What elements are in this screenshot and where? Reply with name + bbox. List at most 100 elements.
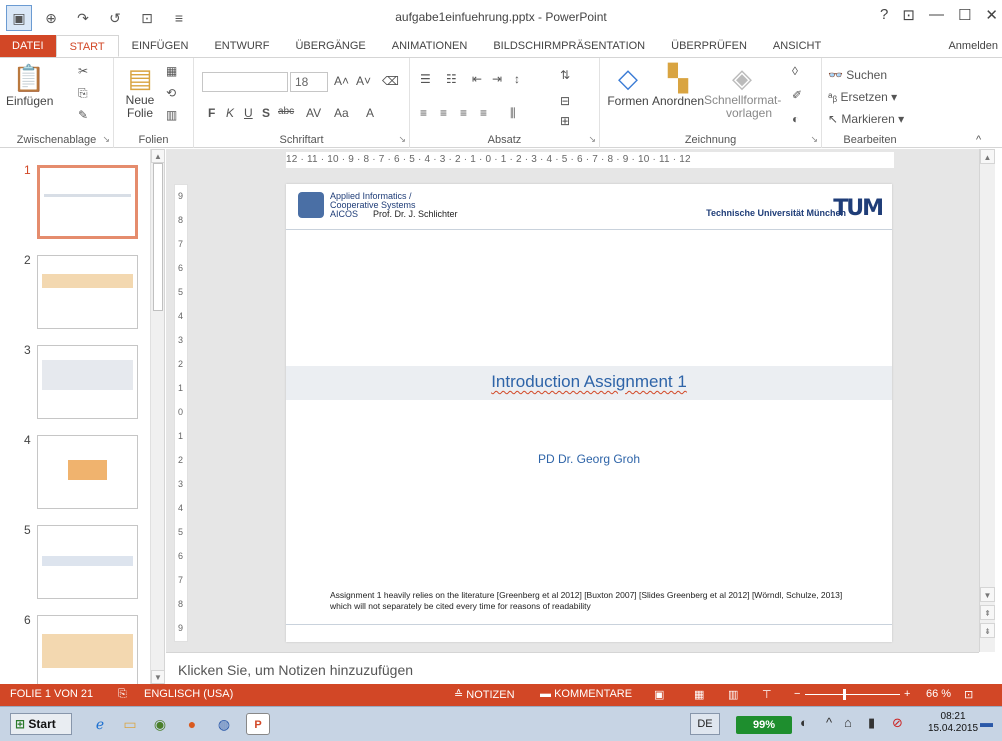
scroll-thumb[interactable] [153, 163, 163, 311]
underline-button[interactable]: U [244, 106, 253, 120]
font-size-combo[interactable]: 18 [290, 72, 328, 92]
paste-button[interactable]: 📋 Einfügen [6, 62, 53, 108]
collapse-ribbon-icon[interactable]: ^ [976, 134, 981, 146]
language-button[interactable]: DE [690, 713, 720, 735]
tab-start[interactable]: START [55, 35, 119, 57]
scroll-up-icon[interactable]: ▲ [151, 149, 164, 163]
slide-footer-text[interactable]: Assignment 1 heavily relies on the liter… [330, 590, 850, 612]
spellcheck-icon[interactable]: ⎘ [118, 688, 127, 701]
next-slide-icon[interactable]: ⇟ [980, 623, 995, 638]
normal-view-icon[interactable]: ▣ [654, 688, 664, 701]
show-desktop-icon[interactable]: ▬ [980, 715, 993, 730]
char-spacing-icon[interactable]: AV [306, 106, 321, 120]
tab-file[interactable]: DATEI [0, 35, 56, 57]
tab-slideshow[interactable]: BILDSCHIRMPRÄSENTATION [480, 35, 658, 57]
fit-slide-icon[interactable]: ⊡ [964, 688, 973, 701]
cut-icon[interactable]: ✂ [78, 64, 88, 78]
grow-font-icon[interactable]: A˄ [334, 74, 349, 88]
smartart-icon[interactable]: ⊞ [560, 114, 570, 128]
ribbon-display-icon[interactable]: ⊡ [902, 6, 915, 24]
slide-thumbnail[interactable] [37, 165, 138, 239]
maximize-icon[interactable]: ☐ [958, 6, 971, 24]
select-button[interactable]: ↖ Markieren ▾ [828, 112, 904, 126]
app-icon[interactable]: ◍ [212, 713, 236, 735]
tab-review[interactable]: ÜBERPRÜFEN [658, 35, 760, 57]
slide-sorter-icon[interactable]: ▦ [694, 688, 704, 701]
battery-indicator[interactable]: 99% [736, 716, 792, 734]
replace-button[interactable]: ᵃᵦ Ersetzen ▾ [828, 90, 897, 104]
signin-link[interactable]: Anmelden [935, 35, 1002, 57]
tray-expand-icon[interactable]: ^ [826, 715, 832, 730]
thumbnail-scrollbar[interactable]: ▲ ▼ [150, 149, 164, 684]
paragraph-launcher-icon[interactable]: ↘ [588, 134, 596, 145]
slide-thumbnail[interactable] [37, 615, 138, 684]
section-icon[interactable]: ▥ [166, 108, 177, 122]
explorer-icon[interactable]: ▭ [118, 713, 142, 735]
slide-thumbnail[interactable] [37, 255, 138, 329]
tab-design[interactable]: ENTWURF [201, 35, 282, 57]
text-direction-icon[interactable]: ⇅ [560, 68, 570, 82]
comments-button[interactable]: ▬ KOMMENTARE [540, 688, 632, 700]
bullets-icon[interactable]: ☰ [420, 72, 431, 86]
align-left-icon[interactable]: ≡ [420, 106, 427, 120]
shapes-button[interactable]: ◇ Formen [604, 62, 652, 108]
drawing-launcher-icon[interactable]: ↘ [810, 134, 818, 145]
bold-button[interactable]: F [208, 106, 215, 120]
shadow-button[interactable]: S [262, 106, 270, 120]
slide-thumbnail[interactable] [37, 525, 138, 599]
firefox-icon[interactable]: ● [180, 713, 204, 735]
zoom-level[interactable]: 66 % [926, 688, 951, 700]
tab-insert[interactable]: EINFÜGEN [119, 35, 202, 57]
justify-icon[interactable]: ≡ [480, 106, 487, 120]
slide-title[interactable]: Introduction Assignment 1 [286, 372, 892, 392]
slideshow-icon[interactable]: ⊤ [762, 688, 772, 701]
volume-muted-icon[interactable]: ⊘ [892, 715, 903, 731]
notes-button[interactable]: ≙ NOTIZEN [454, 688, 515, 701]
close-icon[interactable]: ✕ [985, 6, 998, 24]
reading-view-icon[interactable]: ▥ [728, 688, 738, 701]
decrease-indent-icon[interactable]: ⇤ [472, 72, 482, 86]
slide-author[interactable]: PD Dr. Georg Groh [286, 452, 892, 466]
reset-icon[interactable]: ⟲ [166, 86, 176, 100]
slide-thumbnail[interactable] [37, 345, 138, 419]
zoom-out-icon[interactable]: − [794, 688, 800, 700]
shape-effects-icon[interactable]: ◐ [792, 112, 799, 126]
scroll-up-icon[interactable]: ▲ [980, 149, 995, 164]
zoom-slider-thumb[interactable] [843, 689, 846, 700]
minimize-icon[interactable]: — [929, 6, 944, 24]
font-color-icon[interactable]: A [366, 106, 374, 120]
start-button[interactable]: ⊞ Start [10, 713, 72, 735]
clock[interactable]: 08:21 15.04.2015 [928, 711, 978, 735]
slide-thumbnail[interactable] [37, 435, 138, 509]
editor-scrollbar[interactable]: ▲ ▼ ⇞ ⇟ [979, 149, 995, 652]
notes-pane[interactable]: Klicken Sie, um Notizen hinzuzufügen [166, 652, 979, 684]
scroll-down-icon[interactable]: ▼ [980, 587, 995, 602]
clear-format-icon[interactable]: ⌫ [382, 74, 399, 88]
ie-icon[interactable]: ℯ [88, 713, 112, 735]
tab-transitions[interactable]: ÜBERGÄNGE [282, 35, 378, 57]
font-name-combo[interactable] [202, 72, 288, 92]
network-icon[interactable]: ⌂ [844, 715, 852, 730]
strikethrough-button[interactable]: abc [278, 106, 294, 117]
slide-canvas[interactable]: Applied Informatics / Cooperative System… [286, 184, 892, 642]
tab-animations[interactable]: ANIMATIONEN [379, 35, 481, 57]
align-right-icon[interactable]: ≡ [460, 106, 467, 120]
font-launcher-icon[interactable]: ↘ [398, 134, 406, 145]
zoom-in-icon[interactable]: + [904, 688, 910, 700]
change-case-icon[interactable]: Aa [334, 106, 349, 120]
copy-icon[interactable]: ⎘ [78, 86, 88, 101]
new-slide-button[interactable]: ▤ Neue Folie [120, 62, 160, 120]
shape-fill-icon[interactable]: ◊ [792, 64, 798, 78]
line-spacing-icon[interactable]: ↕ [514, 72, 520, 86]
align-center-icon[interactable]: ≡ [440, 106, 447, 120]
increase-indent-icon[interactable]: ⇥ [492, 72, 502, 86]
format-painter-icon[interactable]: ✎ [78, 108, 88, 122]
media-icon[interactable]: ◉ [148, 713, 172, 735]
quickstyles-button[interactable]: ◈ Schnellformat- vorlagen [704, 62, 781, 120]
columns-icon[interactable]: ⫼ [510, 106, 516, 121]
arrange-button[interactable]: ▚ Anordnen [650, 62, 706, 108]
shape-outline-icon[interactable]: ✐ [792, 88, 802, 102]
signal-icon[interactable]: ▮ [868, 715, 875, 731]
zoom-slider[interactable] [805, 694, 900, 695]
scroll-down-icon[interactable]: ▼ [151, 670, 164, 684]
